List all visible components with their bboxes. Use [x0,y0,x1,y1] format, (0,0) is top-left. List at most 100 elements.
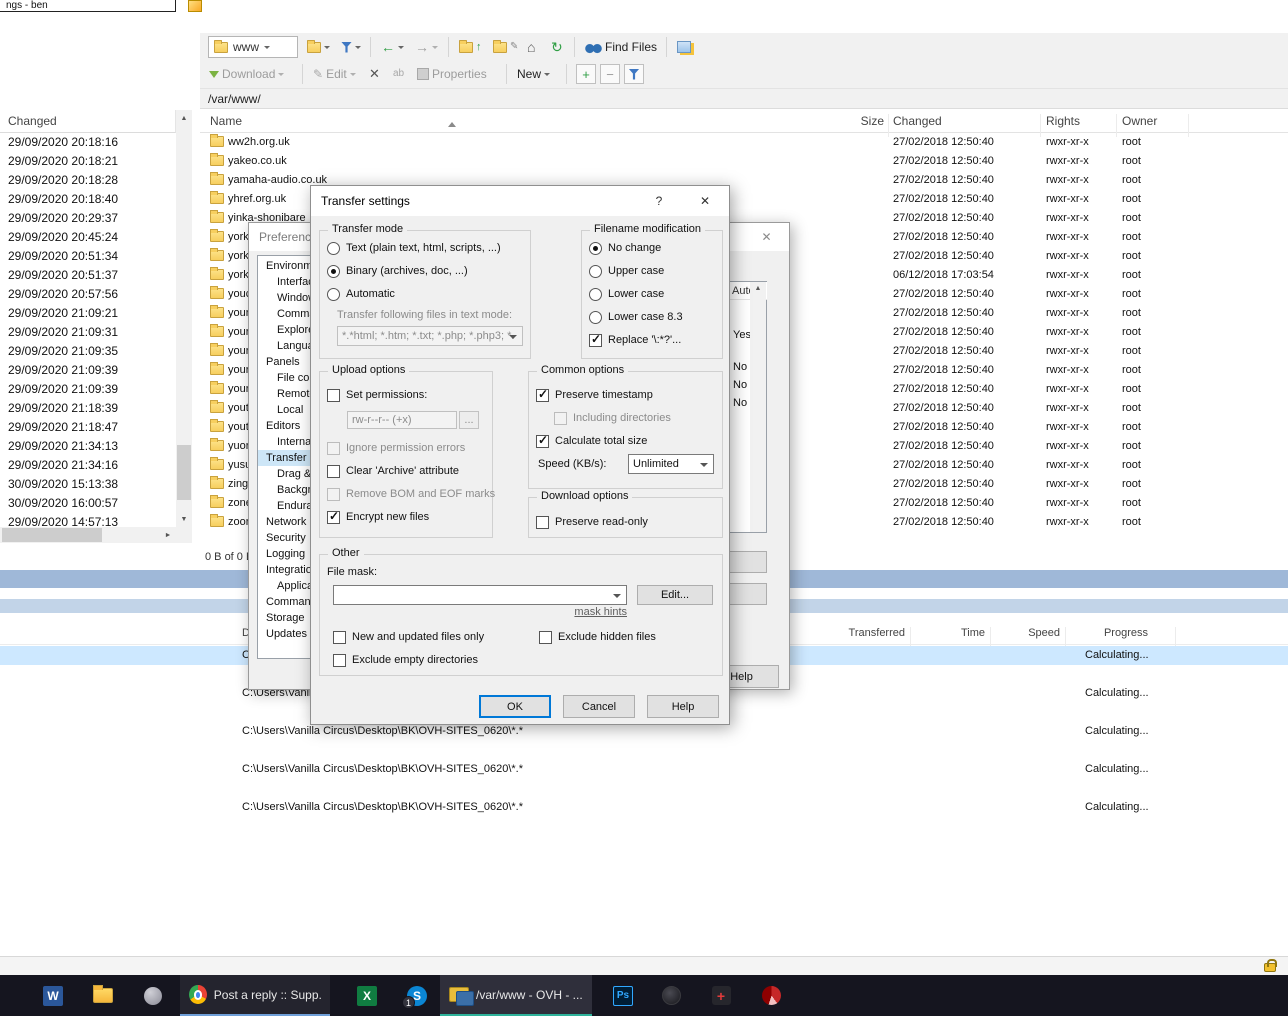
taskbar-swirl-app-button[interactable] [748,975,794,1016]
left-panel-row[interactable]: 29/09/2020 20:57:56 [0,285,176,304]
upper-case-radio[interactable]: Upper case [589,263,664,279]
new-button[interactable]: New [514,62,553,86]
queue-row[interactable]: C:\Users\Vanilla Circus\Desktop\BK\OVH-S… [0,759,1288,797]
left-panel-row[interactable]: 29/09/2020 20:51:37 [0,266,176,285]
left-panel-row[interactable]: 29/09/2020 20:45:24 [0,228,176,247]
left-panel-row[interactable]: 29/09/2020 21:34:13 [0,437,176,456]
forward-button[interactable]: → [412,35,441,59]
background-window-fragment[interactable]: ngs - ben [0,0,176,12]
left-panel-row[interactable]: 29/09/2020 21:34:16 [0,456,176,475]
file-mask-combo[interactable] [333,585,627,605]
exclude-empty-checkbox[interactable]: Exclude empty directories [333,652,478,668]
taskbar-winscp-window-button[interactable]: /var/www - OVH - ... [440,975,592,1016]
cancel-button[interactable]: Cancel [563,695,635,718]
set-permissions-checkbox[interactable]: Set permissions: [327,387,427,403]
scroll-up-icon[interactable]: ▲ [176,110,192,126]
left-panel-row[interactable]: 30/09/2020 15:13:38 [0,475,176,494]
home-button[interactable]: ⌂ [524,35,538,59]
taskbar-red-cross-app-button[interactable] [698,975,744,1016]
scroll-right-icon[interactable]: ► [160,527,176,543]
encrypt-new-files-checkbox[interactable]: Encrypt new files [327,509,429,525]
column-size[interactable]: Size [820,114,884,128]
left-panel-column-changed[interactable]: Changed [0,110,176,133]
speed-combo[interactable]: Unlimited [628,454,714,474]
left-panel-row[interactable]: 29/09/2020 20:51:34 [0,247,176,266]
preserve-timestamp-checkbox[interactable]: Preserve timestamp [536,387,653,403]
scrollbar-thumb[interactable] [177,445,191,500]
mask-hints-link[interactable]: mask hints [561,606,627,618]
binary-mode-radio[interactable]: Binary (archives, doc, ...) [327,263,468,279]
synchronize-button[interactable] [674,35,694,59]
left-panel-row[interactable]: 29/09/2020 20:18:21 [0,152,176,171]
remove-button[interactable]: − [600,64,620,84]
taskbar-file-explorer-button[interactable] [80,975,126,1016]
rename-button[interactable]: ab [390,62,407,86]
taskbar-app-button[interactable] [130,975,176,1016]
lower-case-83-radio[interactable]: Lower case 8.3 [589,309,683,325]
queue-row[interactable]: C:\Users\Vanilla Circus\Desktop\BK\OVH-S… [0,797,1288,835]
preserve-readonly-checkbox[interactable]: Preserve read-only [536,514,648,530]
lower-case-radio[interactable]: Lower case [589,286,664,302]
including-directories-checkbox[interactable]: Including directories [554,410,671,426]
open-directory-button[interactable] [304,35,333,59]
text-mode-mask-combo[interactable]: *.*html; *.htm; *.txt; *.php; *.php3; *. [337,326,523,346]
column-name[interactable]: Name [210,114,242,128]
queue-row[interactable]: C:\Users\Vanilla Circus\Desktop\BK\OVH-S… [0,721,1288,759]
replace-invalid-chars-checkbox[interactable]: Replace '\:*?'... [589,332,681,348]
filter-toggle-button[interactable] [624,64,644,84]
parent-directory-button[interactable]: ↑ [456,35,485,59]
properties-button[interactable]: Properties [414,62,490,86]
taskbar-excel-button[interactable] [344,975,390,1016]
left-panel-row[interactable]: 30/09/2020 16:00:57 [0,494,176,513]
left-panel-row[interactable]: 29/09/2020 21:09:21 [0,304,176,323]
left-panel-horizontal-scrollbar[interactable]: ► [0,527,176,543]
edit-button[interactable]: ✎ Edit [310,62,359,86]
column-owner[interactable]: Owner [1122,114,1157,128]
taskbar-word-button[interactable] [30,975,76,1016]
remove-bom-checkbox[interactable]: Remove BOM and EOF marks [327,486,495,502]
help-button[interactable]: Help [647,695,719,718]
refresh-button[interactable]: ↻ [548,35,566,59]
left-panel-vertical-scrollbar[interactable]: ▲ ▼ [176,110,192,527]
session-tab[interactable]: www [208,36,298,58]
download-button[interactable]: Download [206,62,287,86]
left-panel-row[interactable]: 29/09/2020 20:18:16 [0,133,176,152]
left-panel-row[interactable]: 29/09/2020 20:18:28 [0,171,176,190]
ok-button[interactable]: OK [479,695,551,718]
left-panel-row[interactable]: 29/09/2020 20:29:37 [0,209,176,228]
ignore-permission-errors-checkbox[interactable]: Ignore permission errors [327,440,465,456]
presets-scrollbar[interactable]: ▲ [750,282,766,532]
automatic-mode-radio[interactable]: Automatic [327,286,395,302]
calculate-total-size-checkbox[interactable]: Calculate total size [536,433,647,449]
no-change-radio[interactable]: No change [589,240,661,256]
new-and-updated-checkbox[interactable]: New and updated files only [333,629,484,645]
clear-archive-checkbox[interactable]: Clear 'Archive' attribute [327,463,459,479]
find-files-button[interactable]: Find Files [582,35,660,59]
queue-column-progress[interactable]: Progress [1085,627,1148,639]
help-icon[interactable]: ? [637,186,681,215]
left-panel-row[interactable]: 29/09/2020 21:09:39 [0,361,176,380]
delete-button[interactable]: ✕ [366,62,383,86]
back-button[interactable]: ← [378,35,407,59]
left-panel-row[interactable]: 29/09/2020 21:18:47 [0,418,176,437]
file-row[interactable]: ww2h.org.uk 27/02/2018 12:50:40 rwxr-xr-… [200,133,1288,152]
close-icon[interactable]: ✕ [681,186,729,215]
queue-column-speed[interactable]: Speed [1000,627,1060,639]
taskbar-dark-app-button[interactable] [648,975,694,1016]
add-button[interactable]: + [576,64,596,84]
text-mode-radio[interactable]: Text (plain text, html, scripts, ...) [327,240,501,256]
close-icon[interactable]: ✕ [744,223,789,251]
queue-column-transferred[interactable]: Transferred [845,627,905,639]
permissions-browse-button[interactable]: ... [459,411,479,429]
filter-button[interactable] [338,35,364,59]
scrollbar-thumb[interactable] [2,528,102,542]
column-changed[interactable]: Changed [893,114,942,128]
exclude-hidden-checkbox[interactable]: Exclude hidden files [539,629,656,645]
left-panel-row[interactable]: 29/09/2020 21:09:35 [0,342,176,361]
file-row[interactable]: yakeo.co.uk 27/02/2018 12:50:40 rwxr-xr-… [200,152,1288,171]
left-panel-row[interactable]: 29/09/2020 21:18:39 [0,399,176,418]
taskbar-chrome-window-button[interactable]: Post a reply :: Supp... [180,975,330,1016]
left-panel-row[interactable]: 29/09/2020 21:09:39 [0,380,176,399]
address-bar[interactable]: /var/www/ [200,89,1288,109]
file-mask-edit-button[interactable]: Edit... [637,585,713,605]
